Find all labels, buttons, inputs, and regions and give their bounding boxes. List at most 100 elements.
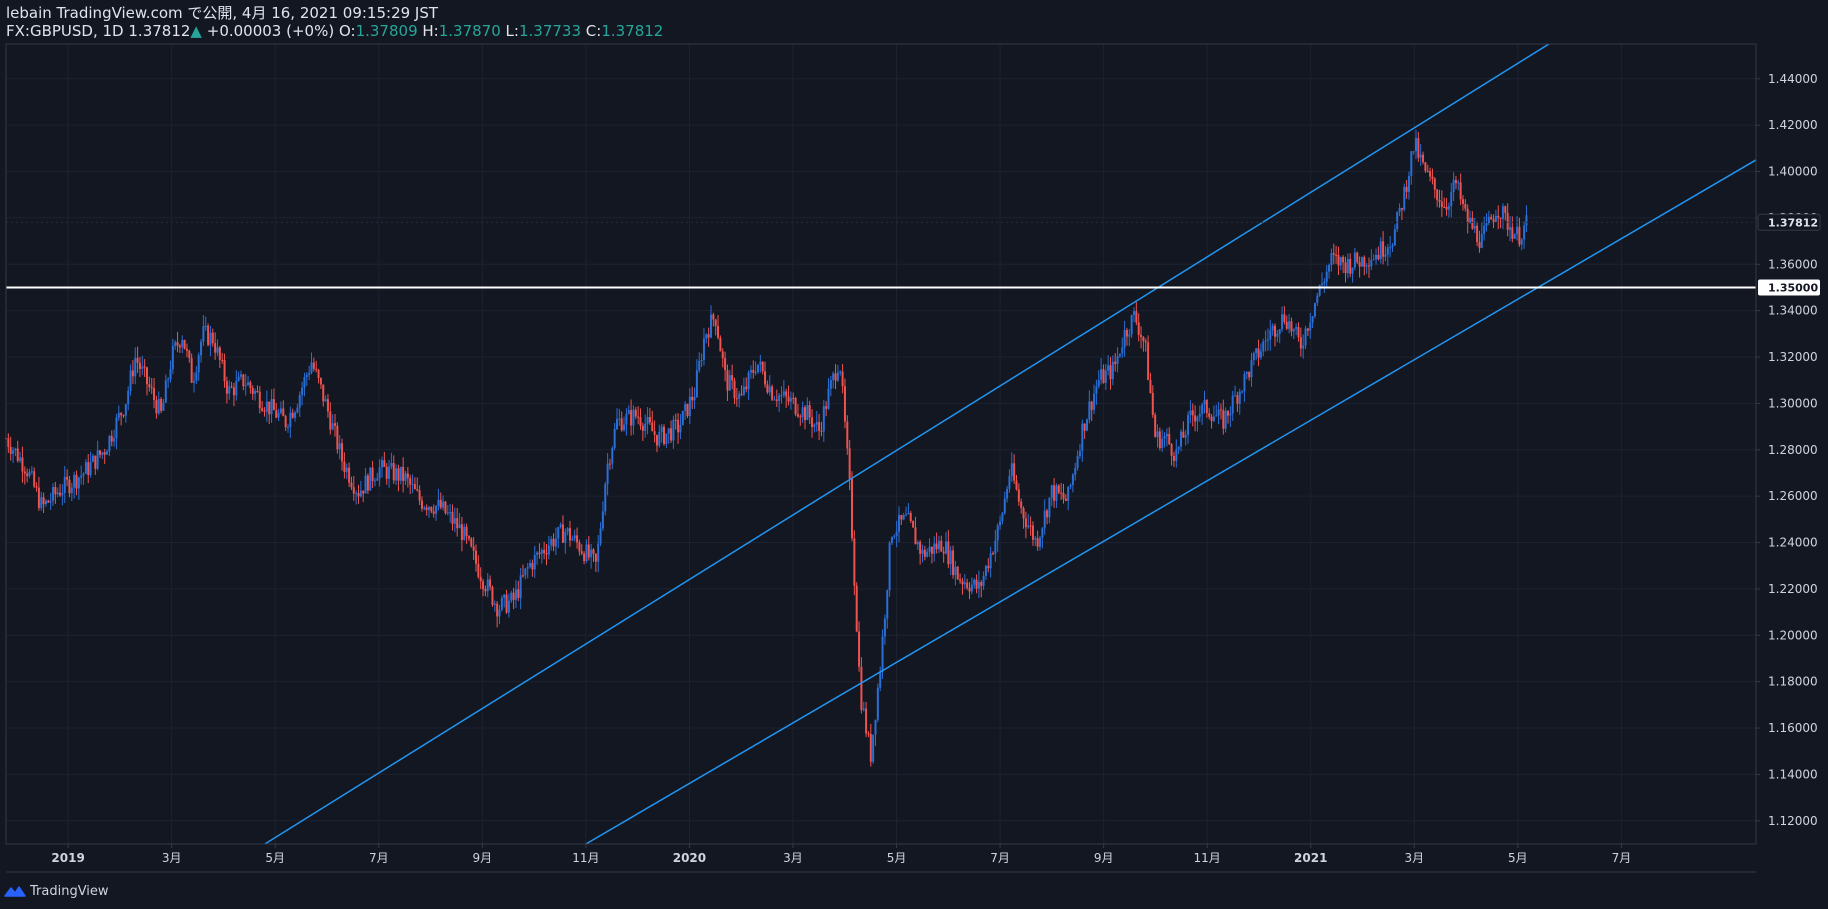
y-tick-label: 1.36000	[1768, 257, 1818, 271]
candle-up	[1034, 538, 1037, 540]
candle-down	[230, 386, 233, 388]
candle-up	[604, 484, 607, 512]
candle-down	[545, 553, 548, 555]
candle-down	[1337, 254, 1340, 266]
candle-down	[1022, 508, 1025, 519]
candle-up	[181, 340, 184, 348]
candle-up	[1311, 316, 1314, 323]
candle-down	[322, 384, 325, 402]
candle-up	[70, 487, 73, 494]
candle-up	[204, 325, 207, 327]
candle-up	[836, 372, 839, 381]
candle-up	[1006, 488, 1009, 499]
candle-up	[1203, 400, 1206, 405]
candle-down	[1140, 334, 1143, 338]
candle-down	[315, 368, 318, 370]
candle-down	[418, 490, 421, 501]
candle-down	[1518, 226, 1521, 245]
candle-up	[1316, 295, 1319, 303]
x-tick-label: 5月	[887, 851, 907, 865]
candle-down	[714, 319, 717, 326]
tradingview-logo[interactable]: TradingView	[4, 881, 109, 901]
candle-up	[1069, 484, 1072, 487]
candle-down	[183, 340, 186, 349]
candle-down	[348, 467, 351, 483]
candle-up	[1384, 254, 1387, 257]
candle-up	[905, 514, 908, 516]
candle-up	[1372, 259, 1375, 261]
candle-down	[9, 446, 12, 454]
candle-down	[1431, 176, 1434, 179]
candle-down	[721, 351, 724, 359]
tradingview-logo-icon	[4, 886, 26, 897]
candle-down	[1471, 217, 1474, 229]
candle-down	[707, 334, 710, 338]
candle-down	[1236, 395, 1239, 404]
candle-down	[406, 473, 409, 479]
candle-down	[724, 358, 727, 371]
candle-down	[719, 337, 722, 352]
candle-up	[507, 600, 510, 613]
candle-down	[1154, 414, 1157, 437]
y-tick-label: 1.34000	[1768, 304, 1818, 318]
candle-up	[886, 590, 889, 619]
candle-down	[1017, 489, 1020, 502]
candle-down	[136, 357, 139, 363]
candle-up	[710, 314, 712, 338]
candle-down	[1283, 314, 1286, 322]
candle-up	[1088, 401, 1091, 420]
candle-up	[963, 582, 966, 585]
candle-up	[1469, 217, 1472, 223]
candle-up	[1302, 345, 1305, 349]
candle-up	[1309, 322, 1312, 331]
candle-down	[87, 462, 90, 476]
candle-down	[1429, 171, 1432, 177]
candle-down	[371, 467, 374, 481]
horizontal-line-tag-label: 1.35000	[1768, 281, 1818, 294]
candle-up	[359, 490, 362, 497]
candle-down	[766, 384, 769, 393]
candle-up	[80, 475, 83, 478]
candle-down	[103, 452, 106, 455]
candle-down	[851, 478, 853, 539]
candle-down	[1020, 501, 1023, 509]
candlestick-chart[interactable]: 1.440001.420001.400001.380001.360001.340…	[0, 0, 1828, 909]
candle-down	[479, 576, 482, 582]
candle-down	[855, 585, 858, 632]
candle-up	[1365, 265, 1368, 267]
candle-down	[1227, 410, 1229, 416]
candle-down	[1349, 259, 1352, 274]
candle-up	[14, 448, 17, 451]
x-tick-label: 9月	[1094, 851, 1114, 865]
candle-up	[1386, 247, 1389, 255]
candle-down	[637, 416, 640, 418]
candle-up	[996, 525, 999, 541]
candle-up	[759, 361, 762, 365]
candle-up	[813, 424, 816, 427]
candle-up	[305, 374, 308, 377]
candle-down	[900, 515, 903, 520]
candle-up	[1516, 226, 1519, 235]
candle-up	[270, 399, 273, 415]
candle-up	[437, 499, 440, 506]
candle-down	[1194, 415, 1197, 422]
candle-down	[110, 435, 113, 442]
candle-down	[639, 417, 642, 426]
x-tick-label: 7月	[1612, 851, 1632, 865]
y-tick-label: 1.18000	[1768, 675, 1818, 689]
candle-up	[679, 425, 682, 433]
candle-up	[91, 455, 94, 462]
candle-up	[1323, 281, 1326, 284]
candle-down	[218, 347, 221, 360]
candle-up	[970, 584, 973, 592]
candle-up	[815, 422, 818, 425]
candle-up	[514, 589, 517, 600]
candle-up	[646, 417, 649, 424]
candle-up	[265, 401, 268, 412]
candle-up	[446, 512, 449, 514]
candle-down	[930, 546, 933, 554]
candle-up	[890, 537, 893, 543]
candle-up	[324, 399, 327, 402]
candle-down	[968, 587, 971, 592]
candle-down	[952, 550, 955, 576]
